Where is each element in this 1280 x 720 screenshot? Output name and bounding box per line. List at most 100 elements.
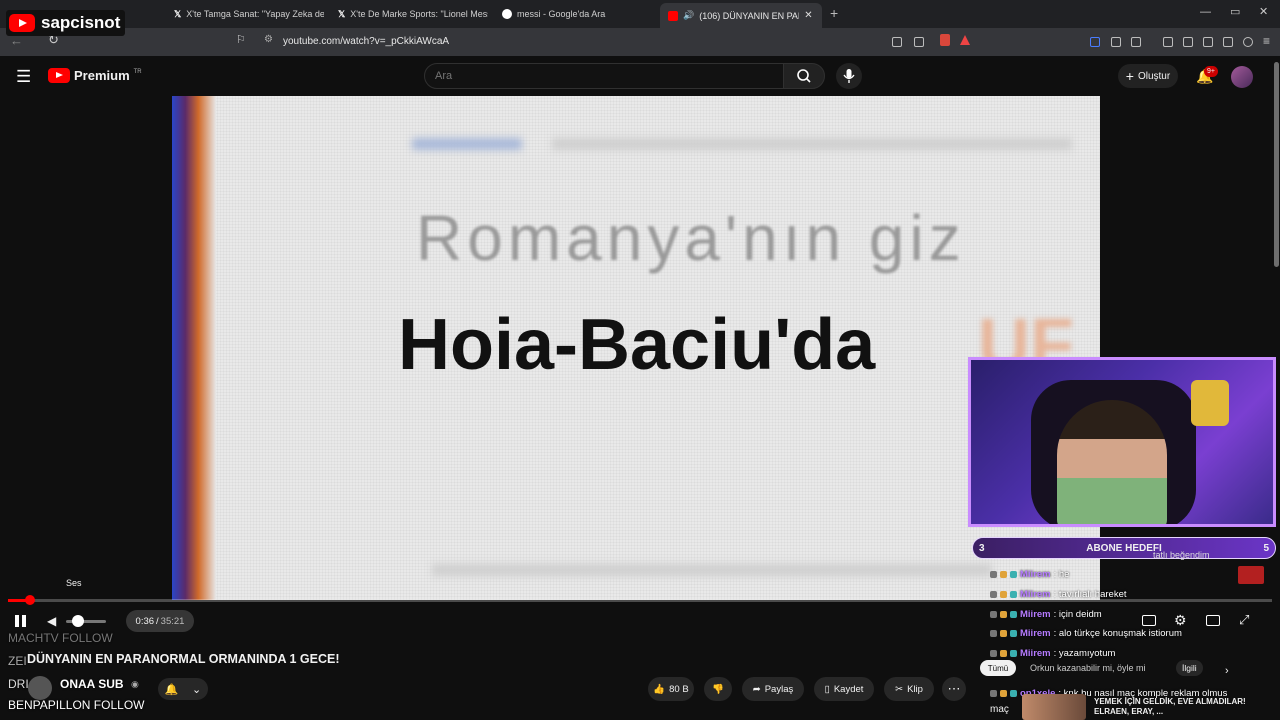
share-button[interactable]: ➦ Paylaş <box>742 677 804 701</box>
chat-user: Miirem <box>1020 648 1051 659</box>
subtitles-icon[interactable] <box>1142 615 1156 626</box>
sub-alert-text: ONAA SUB <box>60 677 124 691</box>
bookmark-icon[interactable]: ⚐ <box>236 33 246 46</box>
cast-icon[interactable] <box>892 37 902 47</box>
minimize-window-icon[interactable]: — <box>1200 6 1211 18</box>
x-logo-icon: 𝕏 <box>338 8 346 19</box>
badge-icon <box>990 690 997 697</box>
search-button[interactable] <box>783 63 825 89</box>
scissors-icon: ✂ <box>895 683 904 695</box>
chat-text: : alo türkçe konuşmak istiorum <box>1053 628 1182 639</box>
more-actions-button[interactable]: ⋯ <box>942 677 966 701</box>
subscriber-goal-bar: 3 ABONE HEDEFI 5 <box>972 537 1276 559</box>
share-icon: ➦ <box>752 683 761 695</box>
current-time: 0:36 <box>135 615 155 627</box>
volume-slider-knob[interactable] <box>72 615 84 627</box>
pause-button[interactable] <box>14 614 28 628</box>
video-text-line1: Romanya'nın giz <box>416 202 966 274</box>
goal-label: ABONE HEDEFI <box>1086 542 1162 554</box>
close-window-icon[interactable]: ✕ <box>1259 5 1268 18</box>
badge-icon <box>1010 611 1017 618</box>
wallet-icon[interactable] <box>1203 37 1213 47</box>
leo-icon[interactable] <box>1223 37 1233 47</box>
page-scrollbar[interactable] <box>1274 62 1279 267</box>
extensions-icon[interactable] <box>1111 37 1121 47</box>
thumbs-down-icon: 👎 <box>712 683 724 695</box>
promo-tail-text: maç <box>990 704 1009 715</box>
chat-text: : yazamıyotum <box>1053 648 1116 659</box>
reader-icon[interactable] <box>1183 37 1193 47</box>
tab-youtube-active[interactable]: 🔊 (106) DÜNYANIN EN PARANO ✕ <box>660 3 822 28</box>
badge-icon <box>990 650 997 657</box>
plus-icon: + <box>1125 68 1134 84</box>
microphone-icon <box>843 69 855 83</box>
subscribed-bell-button[interactable]: 🔔 ⌄ <box>158 678 208 700</box>
url-field[interactable]: youtube.com/watch?v=_pCkkiAWcaA <box>283 36 449 47</box>
chip-all[interactable]: Tümü <box>980 660 1016 676</box>
chat-user: Miirem <box>1020 609 1051 620</box>
channel-avatar[interactable] <box>28 676 52 700</box>
chat-message: Miirem: tavırlıalı hareket <box>990 589 1127 600</box>
close-tab-icon[interactable]: ✕ <box>804 10 812 21</box>
badge-icon <box>1010 571 1017 578</box>
brave-shield-icon[interactable] <box>940 34 950 46</box>
share-page-icon[interactable] <box>914 37 924 47</box>
voice-search-button[interactable] <box>836 63 862 89</box>
bookmark-save-icon: ▯ <box>824 683 830 695</box>
volume-icon[interactable]: ◀ <box>47 614 56 628</box>
share-label: Paylaş <box>764 683 794 695</box>
search-input[interactable] <box>424 63 784 89</box>
fullscreen-icon[interactable]: ⤢ <box>1239 612 1249 628</box>
badge-icon <box>990 591 997 598</box>
progress-scrubber[interactable] <box>25 595 35 605</box>
tab-x-tamga[interactable]: 𝕏 X'te Tamga Sanat: "Yapay Zeka deste <box>174 5 324 23</box>
chevron-right-icon[interactable]: › <box>1225 665 1229 677</box>
speaker-icon: 🔊 <box>683 10 695 20</box>
youtube-logo-icon <box>9 14 35 32</box>
rewards-icon[interactable] <box>960 35 970 45</box>
create-button[interactable]: + Oluştur <box>1118 64 1178 88</box>
time-display: 0:36 / 35:21 <box>126 610 194 632</box>
sound-icon[interactable] <box>1090 37 1100 47</box>
region-label: TR <box>133 68 142 75</box>
media-icon[interactable] <box>1163 37 1173 47</box>
follow-ticker-line: MACHTV FOLLOW <box>8 631 113 645</box>
avatar[interactable] <box>1231 66 1253 88</box>
related-video-thumbnail[interactable] <box>1022 694 1086 720</box>
sidebar-icon[interactable] <box>1131 37 1141 47</box>
follow-ticker-line: BENPAPILLON FOLLOW <box>8 698 145 712</box>
tab-label: (106) DÜNYANIN EN PARANO <box>699 10 799 21</box>
clip-button[interactable]: ✂ Klip <box>884 677 934 701</box>
goal-target: 5 <box>1263 542 1269 554</box>
chat-message: Miirem: alo türkçe konuşmak istiorum <box>990 628 1182 639</box>
chip-related[interactable]: İlgili <box>1176 660 1203 676</box>
related-video-title[interactable]: YEMEK İÇİN GELDİK, EVE ALMADILAR! ELRAEN… <box>1094 697 1254 717</box>
new-tab-button[interactable]: + <box>830 5 838 21</box>
youtube-premium-logo[interactable]: Premium TR <box>48 68 142 83</box>
badge-icon <box>1000 630 1007 637</box>
menu-icon[interactable]: ≡ <box>1263 34 1270 48</box>
google-icon <box>502 9 512 19</box>
save-label: Kaydet <box>833 683 864 695</box>
tab-label: messi - Google'da Ara <box>517 9 606 19</box>
tab-google-search[interactable]: messi - Google'da Ara <box>502 5 652 23</box>
badge-icon <box>1000 591 1007 598</box>
thumbs-up-icon: 👍 <box>653 683 666 695</box>
tab-label: X'te De Marke Sports: "Lionel Messi, <box>350 9 488 19</box>
hamburger-menu-icon[interactable]: ☰ <box>16 67 31 87</box>
chat-message: Miirem: için deidm <box>990 609 1102 620</box>
video-player[interactable]: Romanya'nın giz Hoia-Baciu'da UF <box>172 96 1100 600</box>
dislike-button[interactable]: 👎 <box>704 677 732 701</box>
badge-icon <box>990 571 997 578</box>
theater-mode-icon[interactable] <box>1206 615 1220 626</box>
restore-window-icon[interactable]: ▭ <box>1230 5 1240 18</box>
like-button[interactable]: 👍 80 B <box>648 677 694 701</box>
save-button[interactable]: ▯ Kaydet <box>814 677 874 701</box>
tab-x-demarke[interactable]: 𝕏 X'te De Marke Sports: "Lionel Messi, <box>338 5 488 23</box>
vpn-icon[interactable] <box>1243 37 1253 47</box>
chat-text: : için deidm <box>1053 609 1102 620</box>
settings-gear-icon[interactable]: ⚙ <box>1174 612 1187 629</box>
site-info-icon[interactable]: ⚙ <box>264 34 273 45</box>
video-title: DÜNYANIN EN PARANORMAL ORMANINDA 1 GECE! <box>27 652 340 666</box>
like-count: 80 B <box>669 683 689 695</box>
